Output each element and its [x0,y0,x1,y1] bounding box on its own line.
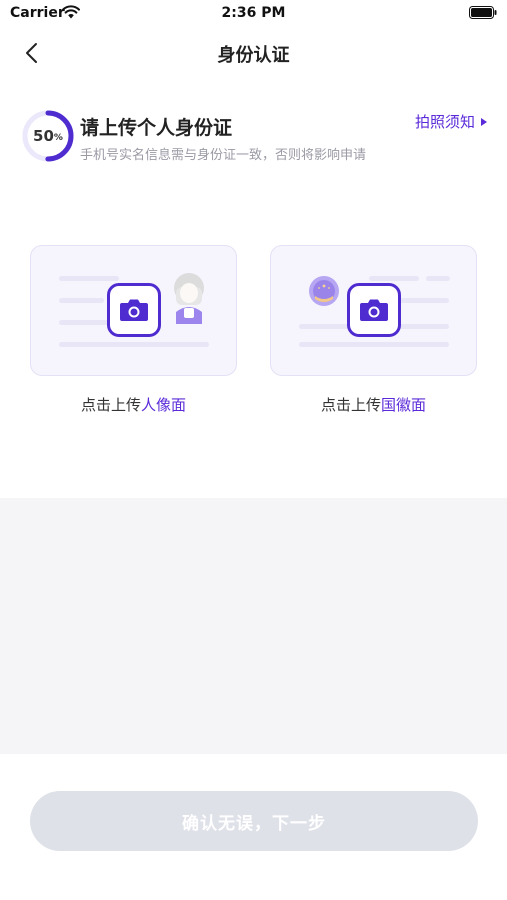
front-label-prefix: 点击上传 [80,396,141,414]
back-label-accent: 国徽面 [381,396,427,414]
id-back-upload-card[interactable] [270,245,477,376]
upload-hint: 手机号实名信息需与身份证一致，否则将影响申请 [80,148,367,163]
camera-icon [360,299,388,321]
back-label-prefix: 点击上传 [320,396,381,414]
placeholder-line [59,320,114,325]
back-camera-button[interactable] [347,283,401,337]
status-time: 2:36 PM [221,5,286,21]
progress-number: 50 [33,127,54,145]
id-front-upload-card[interactable] [30,245,237,376]
photo-tips-link[interactable]: 拍照须知 [415,111,487,132]
front-label-accent: 人像面 [141,396,187,414]
camera-icon [120,299,148,321]
status-bar: Carrier 2:36 PM [0,0,507,28]
content-divider-area [0,498,507,754]
battery-icon [469,6,497,19]
placeholder-line [59,342,209,347]
nav-bar: 身份认证 [0,30,507,76]
placeholder-line [426,276,450,281]
progress-unit: % [53,133,63,143]
upload-heading: 请上传个人身份证 [80,117,233,139]
portrait-icon [174,273,204,324]
confirm-next-button[interactable]: 确认无误，下一步 [30,791,478,851]
triangle-right-icon [481,117,487,126]
front-camera-button[interactable] [107,283,161,337]
placeholder-line [299,342,449,347]
placeholder-line [59,276,119,281]
id-back-upload-label[interactable]: 点击上传国徽面 [270,394,477,415]
upload-progress-header: 50% 请上传个人身份证 手机号实名信息需与身份证一致，否则将影响申请 拍照须知 [0,104,507,174]
page-title: 身份认证 [217,45,290,66]
placeholder-line [399,298,449,303]
national-emblem-icon [309,276,339,306]
id-front-upload-label[interactable]: 点击上传人像面 [30,394,237,415]
progress-percentage: 50% [22,110,74,162]
placeholder-line [369,276,419,281]
confirm-button-label: 确认无误，下一步 [182,813,326,834]
id-verification-screen: Carrier 2:36 PM 身份认证 50% 请上传个人身份证 手机号实名信… [0,0,507,900]
photo-tips-label: 拍照须知 [414,113,475,131]
placeholder-line [59,298,104,303]
